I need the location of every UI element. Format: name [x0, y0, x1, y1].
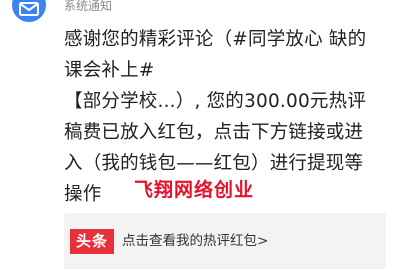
red-packet-link-card[interactable]: 头条 点击查看我的热评红包> — [64, 213, 386, 269]
message-line: 课会补上# — [64, 60, 155, 81]
message-line: 【部分学校...）, 您的300.00元热评 — [64, 91, 367, 112]
toutiao-logo: 头条 — [70, 229, 114, 254]
message-line: 稿费已放入红包，点击下方链接或进 — [64, 122, 364, 143]
sender-avatar[interactable] — [12, 0, 46, 22]
sender-name: 系统通知 — [64, 0, 113, 13]
notification-header: 系统通知 — [0, 0, 400, 22]
notification-page: 系统通知 感谢您的精彩评论（#同学放心 缺的 课会补上# 【部分学校...）, … — [0, 0, 400, 278]
mail-icon — [19, 2, 39, 16]
watermark-text: 飞翔网络创业 — [134, 179, 255, 201]
message-line: 感谢您的精彩评论（#同学放心 缺的 — [64, 29, 367, 50]
red-packet-link-text[interactable]: 点击查看我的热评红包> — [122, 232, 268, 250]
